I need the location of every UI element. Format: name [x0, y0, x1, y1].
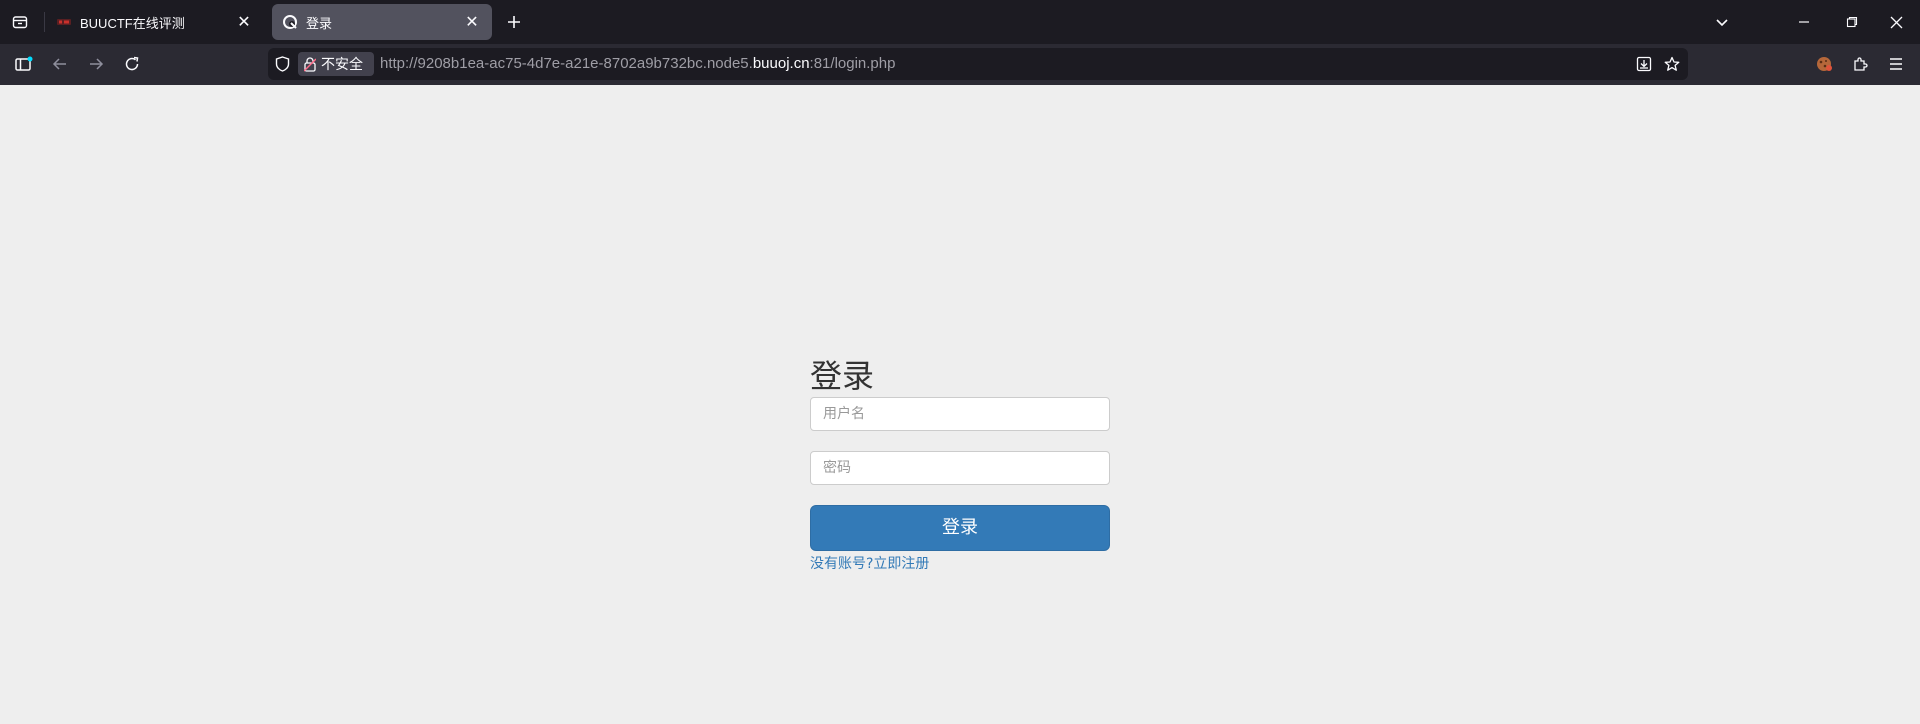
close-tab-icon[interactable]: ✕ [234, 12, 254, 32]
url-host: buuoj.cn [752, 55, 810, 72]
sidebar-button[interactable] [12, 52, 36, 76]
tab-bar: BUUCTF在线评测 ✕ 登录 ✕ [0, 0, 1920, 44]
field-gap [810, 431, 1110, 451]
password-input[interactable] [810, 451, 1110, 485]
insecure-lock-icon [304, 56, 316, 72]
reload-button[interactable] [120, 52, 144, 76]
tab-separator [44, 12, 45, 32]
sidebar-icon [15, 56, 33, 71]
minimize-icon [1799, 21, 1809, 23]
back-button[interactable] [48, 52, 72, 76]
navigation-toolbar: 不安全 http://9208b1ea-ac75-4d7e-a21e-8702a… [0, 44, 1920, 85]
minimize-button[interactable] [1790, 10, 1818, 34]
buuctf-favicon-icon [56, 14, 72, 30]
restore-icon [1846, 16, 1858, 28]
bookmark-button[interactable] [1662, 54, 1682, 74]
login-button[interactable]: 登录 [810, 505, 1110, 551]
app-menu-button[interactable] [1884, 52, 1908, 76]
extension-cookie-button[interactable] [1812, 52, 1836, 76]
hamburger-menu-icon [1890, 58, 1902, 70]
connection-insecure-button[interactable]: 不安全 [298, 52, 374, 76]
star-icon [1664, 56, 1680, 71]
page-title: 登录 [810, 357, 875, 395]
tab-login[interactable]: 登录 ✕ [272, 4, 492, 40]
page-content: 登录 登录 没有账号?立即注册 [0, 85, 1920, 724]
puzzle-icon [1854, 57, 1868, 71]
restore-button[interactable] [1838, 10, 1866, 34]
tab-list-button[interactable] [8, 10, 32, 34]
chevron-down-icon [1716, 19, 1728, 27]
tab-title: 登录 [306, 15, 333, 31]
register-link[interactable]: 没有账号?立即注册 [810, 553, 929, 573]
tab-title: BUUCTF在线评测 [80, 15, 185, 31]
close-window-button[interactable] [1882, 10, 1910, 34]
loading-globe-icon [282, 14, 298, 30]
download-tray-icon [1636, 56, 1652, 72]
url-suffix: :81/login.php [809, 55, 896, 72]
address-bar[interactable]: 不安全 http://9208b1ea-ac75-4d7e-a21e-8702a… [268, 48, 1688, 80]
tracking-protection-button[interactable] [272, 54, 292, 74]
shield-icon [275, 56, 289, 72]
login-form: 登录 登录 没有账号?立即注册 [810, 357, 1110, 573]
cookie-icon [1817, 57, 1832, 71]
list-all-tabs-button[interactable] [1710, 10, 1734, 34]
url-prefix: http://9208b1ea-ac75-4d7e-a21e-8702a9b73… [380, 55, 753, 72]
reload-icon [125, 56, 139, 71]
tab-buuctf[interactable]: BUUCTF在线评测 ✕ [46, 4, 264, 40]
arrow-left-icon [52, 58, 66, 70]
close-icon [1890, 16, 1902, 28]
username-input[interactable] [810, 397, 1110, 431]
folder-tabs-icon [12, 16, 28, 29]
close-tab-icon[interactable]: ✕ [462, 12, 482, 32]
forward-button[interactable] [84, 52, 108, 76]
extensions-button[interactable] [1848, 52, 1872, 76]
plus-icon [508, 16, 520, 28]
security-label: 不安全 [321, 56, 363, 72]
url-text[interactable]: http://9208b1ea-ac75-4d7e-a21e-8702a9b73… [380, 48, 895, 80]
save-to-device-button[interactable] [1634, 54, 1654, 74]
new-tab-button[interactable] [502, 10, 526, 34]
arrow-right-icon [90, 58, 104, 70]
